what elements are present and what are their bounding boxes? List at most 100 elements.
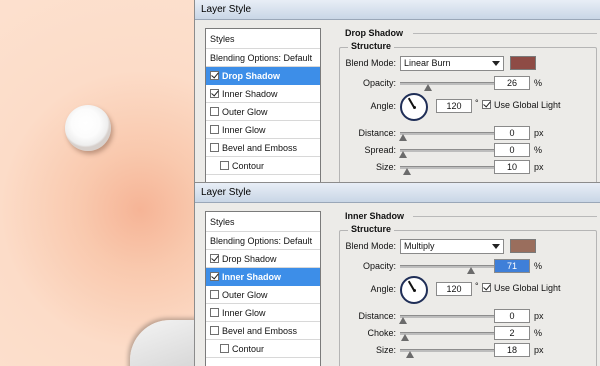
angle-input[interactable]: 120 [436,99,472,113]
style-item-inner-shadow[interactable]: Inner Shadow [206,268,320,286]
shadow-color-swatch[interactable] [510,56,536,70]
angle-dial[interactable] [400,93,428,121]
dialog-title: Layer Style [195,0,600,20]
blending-options-item[interactable]: Blending Options: Default [206,232,320,250]
styles-list: Styles Blending Options: Default Drop Sh… [205,28,321,188]
size-slider[interactable] [400,349,496,358]
contour-checkbox[interactable] [220,344,229,353]
angle-unit: ° [475,281,479,291]
style-item-drop-shadow[interactable]: Drop Shadow [206,67,320,85]
distance-label: Distance: [358,311,396,321]
style-item-label: Contour [232,344,265,354]
size-input[interactable]: 10 [494,160,530,174]
inner-shadow-checkbox[interactable] [210,89,219,98]
distance-input[interactable]: 0 [494,126,530,140]
opacity-slider-thumb[interactable] [467,267,476,275]
angle-input[interactable]: 120 [436,282,472,296]
opacity-label: Opacity: [362,78,396,88]
blend-mode-select[interactable]: Multiply [400,239,504,254]
style-item-contour[interactable]: Contour [206,340,320,358]
styles-header[interactable]: Styles [206,29,320,49]
inner-shadow-checkbox[interactable] [210,272,219,281]
settings-panel: Drop Shadow Structure Blend Mode: Linear… [337,28,599,197]
choke-input[interactable]: 2 [494,326,530,340]
bevel-emboss-checkbox[interactable] [210,326,219,335]
opacity-input[interactable]: 71 [494,259,530,273]
angle-label: Angle: [370,101,396,111]
size-label: Size: [375,162,396,172]
style-item-inner-glow[interactable]: Inner Glow [206,304,320,322]
style-item-label: Drop Shadow [222,71,280,81]
blending-options-item[interactable]: Blending Options: Default [206,49,320,67]
spread-slider-thumb[interactable] [399,151,407,159]
opacity-slider-thumb[interactable] [423,84,432,92]
bevel-emboss-checkbox[interactable] [210,143,219,152]
opacity-input[interactable]: 26 [494,76,530,90]
spread-slider[interactable] [399,149,496,158]
style-item-label: Outer Glow [222,290,268,300]
distance-slider[interactable] [399,315,496,324]
style-item-label: Inner Glow [222,308,266,318]
structure-group: Structure Blend Mode: Linear Burn Opacit… [339,41,597,197]
chevron-down-icon [492,244,500,249]
drop-shadow-checkbox[interactable] [210,71,219,80]
style-item-inner-shadow[interactable]: Inner Shadow [206,85,320,103]
inner-glow-checkbox[interactable] [210,125,219,134]
choke-slider-thumb[interactable] [400,334,409,342]
distance-input[interactable]: 0 [494,309,530,323]
style-item-label: Outer Glow [222,107,268,117]
style-item-label: Inner Shadow [222,272,282,282]
choke-slider[interactable] [400,332,496,341]
style-item-bevel-emboss[interactable]: Bevel and Emboss [206,322,320,340]
style-item-label: Contour [232,161,265,171]
chevron-down-icon [492,61,500,66]
style-item-label: Drop Shadow [222,254,277,264]
angle-unit: ° [475,98,479,108]
blend-mode-select[interactable]: Linear Burn [400,56,504,71]
styles-header[interactable]: Styles [206,212,320,232]
distance-slider-thumb[interactable] [399,317,407,325]
outer-glow-checkbox[interactable] [210,107,219,116]
use-global-light-option[interactable]: Use Global Light [482,100,561,110]
angle-center-dot [413,106,416,109]
contour-checkbox[interactable] [220,161,229,170]
spread-input[interactable]: 0 [494,143,530,157]
section-divider [413,216,597,217]
use-global-light-option[interactable]: Use Global Light [482,283,561,293]
inner-glow-checkbox[interactable] [210,308,219,317]
style-item-drop-shadow[interactable]: Drop Shadow [206,250,320,268]
distance-slider-thumb[interactable] [399,134,407,142]
shadow-color-swatch[interactable] [510,239,536,253]
style-item-bevel-emboss[interactable]: Bevel and Emboss [206,139,320,157]
choke-label: Choke: [367,328,396,338]
drop-shadow-checkbox[interactable] [210,254,219,263]
angle-label: Angle: [370,284,396,294]
opacity-slider[interactable] [400,265,496,274]
size-slider-thumb[interactable] [402,168,411,176]
opacity-slider[interactable] [400,82,496,91]
use-global-light-checkbox[interactable] [482,100,491,109]
outer-glow-checkbox[interactable] [210,290,219,299]
size-input[interactable]: 18 [494,343,530,357]
style-item-inner-glow[interactable]: Inner Glow [206,121,320,139]
style-item-label: Bevel and Emboss [222,143,298,153]
use-global-light-checkbox[interactable] [482,283,491,292]
style-item-outer-glow[interactable]: Outer Glow [206,286,320,304]
size-unit: px [534,345,544,355]
size-slider[interactable] [400,166,496,175]
structure-group: Structure Blend Mode: Multiply Opacity: … [339,224,597,366]
settings-panel: Inner Shadow Structure Blend Mode: Multi… [337,211,599,366]
group-title: Structure [348,224,395,234]
style-item-outer-glow[interactable]: Outer Glow [206,103,320,121]
styles-list: Styles Blending Options: Default Drop Sh… [205,211,321,366]
style-item-contour[interactable]: Contour [206,157,320,175]
distance-slider[interactable] [399,132,496,141]
style-item-label: Bevel and Emboss [222,326,298,336]
opacity-label: Opacity: [362,261,396,271]
distance-unit: px [534,311,544,321]
angle-dial[interactable] [400,276,428,304]
blend-mode-label: Blend Mode: [345,241,396,251]
section-title: Drop Shadow [345,28,403,38]
opacity-unit: % [534,78,543,88]
size-slider-thumb[interactable] [405,351,414,359]
